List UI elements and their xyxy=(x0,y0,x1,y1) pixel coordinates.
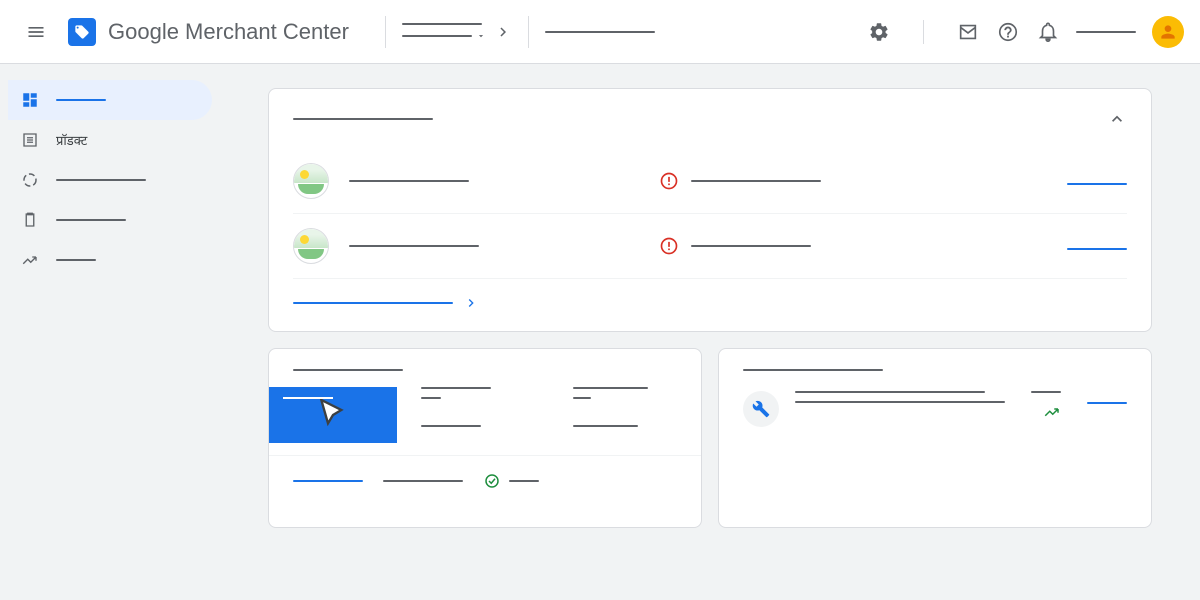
error-icon xyxy=(659,171,679,191)
dashboard-icon xyxy=(20,90,40,110)
trending-up-icon xyxy=(20,250,40,270)
settings-button[interactable] xyxy=(867,20,891,44)
sidebar-item-label xyxy=(56,219,126,221)
insights-card xyxy=(718,348,1152,528)
list-icon xyxy=(20,130,40,150)
stat-value xyxy=(421,397,441,399)
card-title xyxy=(293,118,433,120)
tool-avatar xyxy=(743,391,779,427)
sidebar-item-label xyxy=(56,259,96,261)
tag-icon xyxy=(74,24,90,40)
insight-row[interactable] xyxy=(719,391,1151,427)
error-icon xyxy=(659,236,679,256)
chevron-right-icon xyxy=(494,23,512,41)
product-thumbnail xyxy=(293,228,329,264)
sidebar-item-marketing[interactable] xyxy=(8,200,212,240)
person-icon xyxy=(1158,22,1178,42)
card-title xyxy=(293,369,403,371)
check-circle-icon xyxy=(483,472,501,490)
sidebar-item-label xyxy=(56,179,146,181)
help-icon xyxy=(997,21,1019,43)
stat-label xyxy=(573,387,648,389)
stat-label xyxy=(421,387,491,389)
stat-value xyxy=(573,397,591,399)
insight-title xyxy=(795,391,985,393)
stats-card xyxy=(268,348,702,528)
insight-link[interactable] xyxy=(1087,402,1127,404)
caret-down-icon xyxy=(476,31,486,41)
mail-button[interactable] xyxy=(956,20,980,44)
trending-up-icon xyxy=(1043,403,1061,421)
hamburger-icon xyxy=(26,22,46,42)
circle-dash-icon xyxy=(20,170,40,190)
issue-action-link[interactable] xyxy=(1067,248,1127,250)
sidebar-item-growth[interactable] xyxy=(8,240,212,280)
issue-row[interactable] xyxy=(293,214,1127,279)
issue-action-link[interactable] xyxy=(1067,183,1127,185)
sidebar-item-diagnostics[interactable] xyxy=(8,160,212,200)
chevron-up-icon xyxy=(1107,109,1127,129)
issue-row[interactable] xyxy=(293,149,1127,214)
issue-name xyxy=(349,180,469,182)
sidebar-item-label: प्रॉडक्ट xyxy=(56,131,87,149)
account-switcher[interactable] xyxy=(402,23,512,41)
issue-name xyxy=(349,245,479,247)
help-button[interactable] xyxy=(996,20,1020,44)
product-thumbnail xyxy=(293,163,329,199)
main-content xyxy=(220,64,1200,600)
issues-card xyxy=(268,88,1152,332)
insight-meta xyxy=(1031,391,1061,393)
highlighted-tile[interactable] xyxy=(269,387,397,443)
view-all-link[interactable] xyxy=(293,279,1127,311)
collapse-button[interactable] xyxy=(1107,109,1127,129)
cursor-icon xyxy=(313,395,353,435)
notifications-button[interactable] xyxy=(1036,20,1060,44)
app-logo xyxy=(68,18,96,46)
sidebar-item-overview[interactable] xyxy=(8,80,212,120)
issue-description xyxy=(691,245,811,247)
bell-icon xyxy=(1037,21,1059,43)
stat-label xyxy=(573,425,638,427)
sidebar: प्रॉडक्ट xyxy=(0,64,220,600)
divider xyxy=(923,20,924,44)
sidebar-item-products[interactable]: प्रॉडक्ट xyxy=(8,120,212,160)
stats-link[interactable] xyxy=(293,480,363,482)
sidebar-item-label xyxy=(56,99,106,101)
mail-icon xyxy=(957,21,979,43)
divider xyxy=(528,16,529,48)
wrench-icon xyxy=(752,400,770,418)
header-text xyxy=(545,31,655,33)
divider xyxy=(385,16,386,48)
insight-description xyxy=(795,401,1005,403)
menu-button[interactable] xyxy=(16,12,56,52)
card-title xyxy=(743,369,883,371)
stats-text xyxy=(383,480,463,482)
gear-icon xyxy=(868,21,890,43)
stat-label xyxy=(421,425,481,427)
user-name xyxy=(1076,31,1136,33)
app-header: Google Merchant Center xyxy=(0,0,1200,64)
clipboard-icon xyxy=(20,210,40,230)
user-avatar[interactable] xyxy=(1152,16,1184,48)
status-text xyxy=(509,480,539,482)
chevron-right-icon xyxy=(463,295,479,311)
app-title: Google Merchant Center xyxy=(108,19,349,45)
issue-description xyxy=(691,180,821,182)
